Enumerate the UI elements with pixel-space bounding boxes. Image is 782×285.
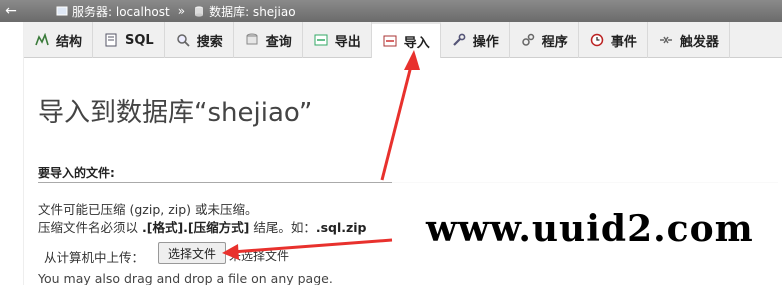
tab-label: 操作: [472, 34, 499, 50]
breadcrumb-separator: »: [177, 4, 186, 18]
tab-query[interactable]: 查询: [234, 22, 303, 58]
left-strip: [0, 22, 24, 285]
tab-label: SQL: [125, 32, 154, 48]
tab-bar: 结构 SQL 搜索 查询 导出 导入 操作 程序 事件 触发器: [24, 22, 782, 58]
breadcrumb-server[interactable]: 服务器: localhost: [72, 3, 170, 20]
watermark-text: www.uuid2.com: [426, 208, 754, 250]
info-mid: 结尾。如：: [249, 220, 316, 235]
info-format: .[格式].[压缩方式]: [141, 220, 250, 235]
tab-label: 查询: [265, 34, 292, 50]
upload-label: 从计算机中上传：: [44, 250, 145, 265]
tab-triggers[interactable]: 触发器: [648, 22, 730, 58]
structure-icon: [34, 32, 50, 48]
tab-label: 结构: [56, 34, 83, 50]
tab-label: 程序: [541, 34, 568, 50]
import-icon: [382, 33, 398, 49]
tab-label: 事件: [610, 34, 637, 50]
tab-events[interactable]: 事件: [579, 22, 648, 58]
sql-icon: [103, 32, 119, 48]
tab-structure[interactable]: 结构: [24, 22, 94, 58]
tab-routines[interactable]: 程序: [510, 22, 579, 58]
filename-format-info: 压缩文件名必须以 .[格式].[压缩方式] 结尾。如：.sql.zip: [38, 217, 367, 236]
query-icon: [244, 32, 260, 48]
tab-label: 触发器: [679, 34, 719, 50]
clock-icon: [589, 32, 605, 48]
top-breadcrumb-bar: ← 服务器: localhost » 数据库: shejiao: [0, 0, 782, 22]
compression-info: 文件可能已压缩 (gzip, zip) 或未压缩。: [38, 202, 258, 217]
arrow-to-import-tab: [380, 50, 420, 181]
export-icon: [313, 32, 329, 48]
choose-file-button[interactable]: 选择文件: [158, 242, 226, 264]
breadcrumb: 服务器: localhost » 数据库: shejiao: [56, 3, 296, 20]
wrench-icon: [451, 32, 467, 48]
search-icon: [175, 32, 191, 48]
info-prefix: 压缩文件名必须以: [38, 220, 142, 235]
tab-export[interactable]: 导出: [303, 22, 372, 58]
page-title: 导入到数据库“shejiao”: [38, 98, 313, 128]
routines-icon: [520, 32, 536, 48]
tab-import[interactable]: 导入: [371, 22, 441, 58]
tab-sql[interactable]: SQL: [93, 22, 165, 58]
tab-operations[interactable]: 操作: [441, 22, 510, 58]
no-file-text: 未选择文件: [229, 249, 290, 263]
tab-label: 搜索: [196, 34, 223, 50]
info-example: .sql.zip: [315, 220, 367, 235]
database-icon: [193, 5, 205, 17]
tab-label: 导入: [403, 35, 430, 51]
back-arrow-icon[interactable]: ←: [0, 0, 22, 22]
tab-label: 导出: [334, 34, 361, 50]
tab-search[interactable]: 搜索: [165, 22, 234, 58]
server-icon: [56, 5, 68, 17]
trigger-icon: [658, 32, 674, 48]
breadcrumb-database[interactable]: 数据库: shejiao: [209, 3, 295, 20]
drag-drop-note: You may also drag and drop a file on any…: [38, 271, 333, 285]
